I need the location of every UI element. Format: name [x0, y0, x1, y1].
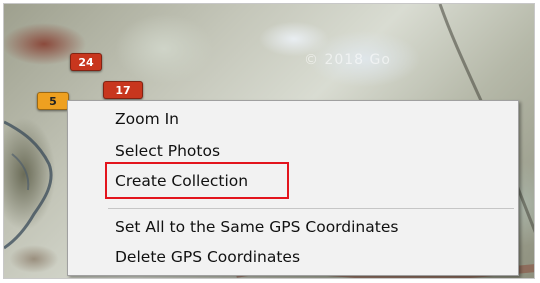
photo-cluster-marker[interactable]: 5: [37, 92, 69, 110]
map-view[interactable]: © 2018 Go 24 17 5 Zoom In Select Photos …: [3, 3, 535, 279]
marker-count: 17: [115, 83, 131, 97]
marker-count: 5: [49, 94, 57, 108]
menu-item-select-photos[interactable]: Select Photos: [115, 137, 220, 165]
marker-count: 24: [78, 55, 94, 69]
menu-item-set-same-gps[interactable]: Set All to the Same GPS Coordinates: [115, 213, 398, 241]
menu-item-delete-gps[interactable]: Delete GPS Coordinates: [115, 243, 300, 271]
map-copyright-watermark: © 2018 Go: [304, 52, 391, 68]
photo-cluster-marker[interactable]: 17: [103, 81, 143, 99]
menu-separator: [108, 208, 514, 209]
highlight-box: [105, 162, 289, 199]
context-menu: Zoom In Select Photos Create Collection …: [67, 100, 519, 276]
menu-item-zoom-in[interactable]: Zoom In: [115, 105, 179, 133]
photo-cluster-marker[interactable]: 24: [70, 53, 102, 71]
